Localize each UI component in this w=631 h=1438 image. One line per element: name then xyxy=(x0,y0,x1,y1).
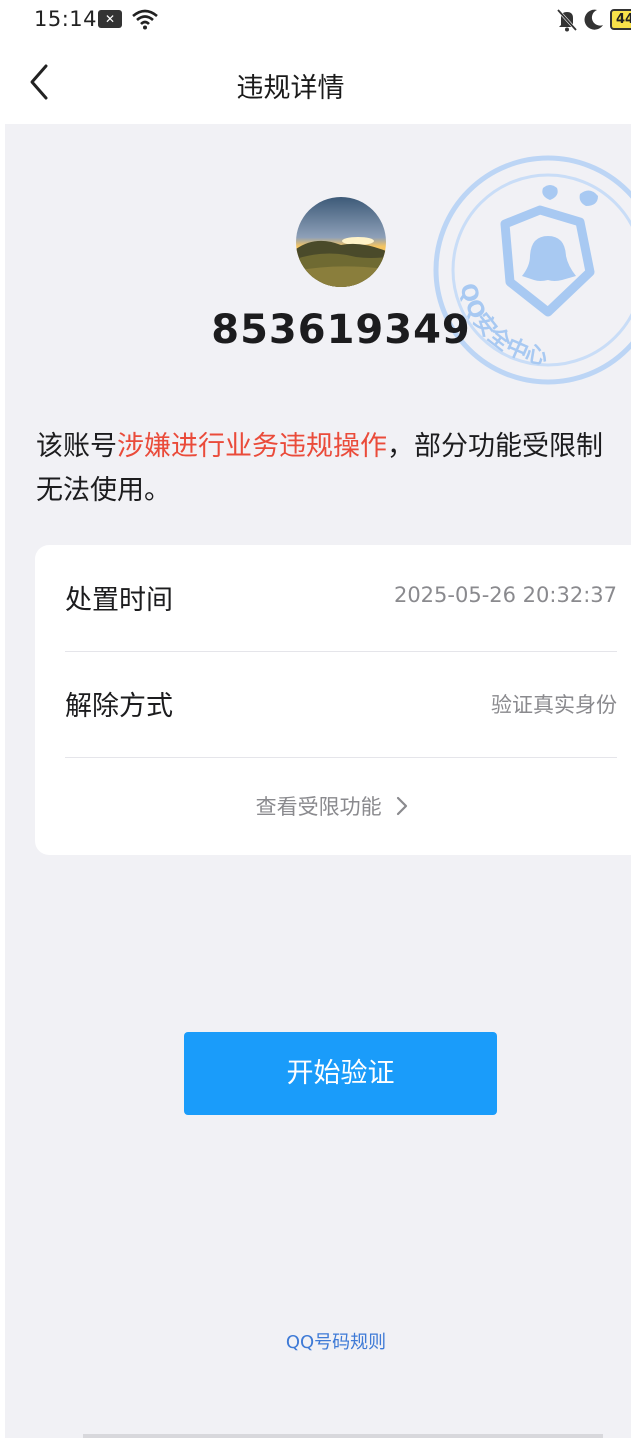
notice-line2: 无法使用。 xyxy=(36,475,171,506)
view-link-label: 查看受限功能 xyxy=(255,795,382,819)
row-value: 2025-05-26 20:32:37 xyxy=(393,583,617,607)
start-verification-button[interactable]: 开始验证 xyxy=(184,1032,497,1115)
status-bar: 15:14 ✕ 44 xyxy=(0,0,631,40)
notification-icon: ✕ xyxy=(98,10,122,28)
qq-number-rules-link[interactable]: QQ号码规则 xyxy=(5,1328,631,1354)
battery-icon: 44 xyxy=(610,9,631,30)
row-value: 验证真实身份 xyxy=(491,693,617,717)
chevron-right-icon xyxy=(397,796,408,816)
nav-bar: 违规详情 xyxy=(0,40,631,124)
restriction-notice: 该账号涉嫌进行业务违规操作，部分功能受限制 无法使用。 xyxy=(36,425,631,513)
mute-bell-icon xyxy=(556,8,578,32)
row-handle-time: 处置时间 2025-05-26 20:32:37 xyxy=(65,545,617,651)
notice-highlight: 涉嫌进行业务违规操作 xyxy=(117,431,387,462)
bottom-strip xyxy=(83,1434,603,1438)
notice-prefix: 该账号 xyxy=(36,431,117,462)
row-label: 处置时间 xyxy=(65,585,173,616)
qq-security-stamp: QQ安全中心 xyxy=(433,155,631,385)
wifi-icon xyxy=(132,9,158,30)
row-release-method: 解除方式 验证真实身份 xyxy=(65,651,617,757)
view-restricted-functions-link[interactable]: 查看受限功能 xyxy=(35,791,631,821)
status-time: 15:14 xyxy=(34,7,98,31)
details-card: 处置时间 2025-05-26 20:32:37 解除方式 验证真实身份 查看受… xyxy=(35,545,631,855)
account-number: 853619349 xyxy=(211,307,471,353)
moon-icon xyxy=(584,9,603,30)
avatar xyxy=(296,197,386,287)
row-label: 解除方式 xyxy=(65,691,173,722)
page-title: 违规详情 xyxy=(236,73,345,104)
divider xyxy=(65,757,617,758)
content-area: QQ安全中心 853619349 该账号涉嫌进行业务违规操作，部分功能受限制 无… xyxy=(5,124,631,1438)
notice-suffix: ，部分功能受限制 xyxy=(387,431,603,462)
